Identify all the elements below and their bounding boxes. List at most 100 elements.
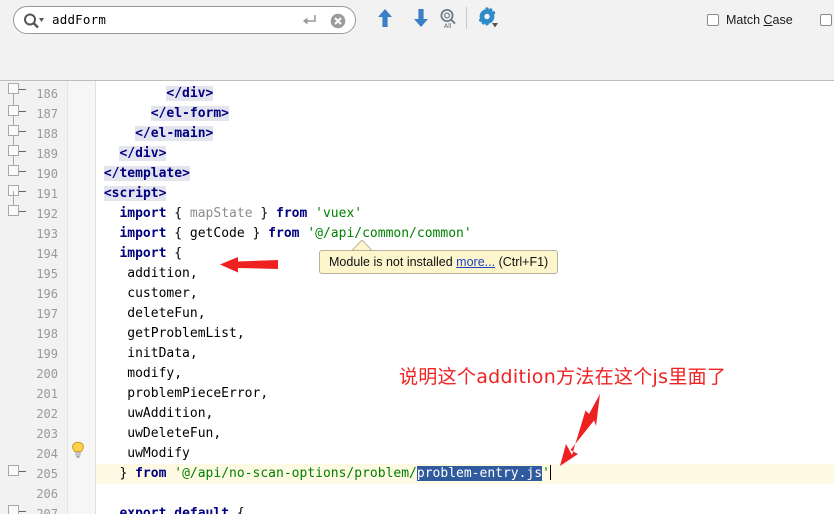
code-token: </div> <box>166 86 214 101</box>
match-case-checkbox-box[interactable] <box>707 14 719 26</box>
code-token: uwModify <box>127 446 190 461</box>
code-line[interactable]: import { getCode } from '@/api/common/co… <box>119 224 471 244</box>
svg-text:All: All <box>444 23 452 30</box>
fold-marker[interactable] <box>8 105 26 116</box>
line-number: 199 <box>36 347 58 361</box>
code-line[interactable]: } from '@/api/no-scan-options/problem/pr… <box>119 464 551 484</box>
code-line[interactable]: initData, <box>127 344 197 364</box>
gear-icon[interactable] <box>476 6 500 30</box>
line-number: 206 <box>36 487 58 501</box>
code-token: problemPieceError, <box>127 386 269 401</box>
code-token: customer, <box>127 286 198 301</box>
toolbar-separator <box>466 7 467 29</box>
code-token: ' <box>542 466 550 481</box>
code-token: export default <box>119 506 230 514</box>
fold-marker[interactable] <box>8 465 26 476</box>
find-replace-toolbar: addForm All Match Case <box>0 0 834 113</box>
words-checkbox-box[interactable] <box>820 14 832 26</box>
find-next-icon[interactable] <box>409 6 433 30</box>
match-case-checkbox[interactable]: Match Case <box>707 13 793 27</box>
code-line[interactable]: problemPieceError, <box>127 384 268 404</box>
fold-marker[interactable] <box>8 205 26 216</box>
code-line[interactable]: </el-form> <box>150 104 230 124</box>
code-line[interactable]: getProblemList, <box>127 324 244 344</box>
code-line[interactable]: uwModify <box>127 444 190 464</box>
code-token: getProblemList, <box>127 326 245 341</box>
code-editor[interactable]: 186 </div> 187 </el-form> 188 </el-main> 189 </… <box>0 81 834 514</box>
intention-bulb-icon[interactable] <box>70 441 86 459</box>
search-icon[interactable] <box>23 12 45 30</box>
fold-marker[interactable] <box>8 125 26 136</box>
code-line[interactable]: modify, <box>127 364 182 384</box>
code-line[interactable]: </div> <box>166 84 214 104</box>
code-token: mapState <box>189 206 253 221</box>
code-token: } <box>252 206 277 221</box>
annotation-note: 说明这个addition方法在这个js里面了 <box>399 366 727 388</box>
code-line[interactable]: </div> <box>119 144 167 164</box>
code-token: from <box>135 466 167 481</box>
line-number: 193 <box>36 227 58 241</box>
line-number: 196 <box>36 287 58 301</box>
code-line[interactable]: </el-main> <box>135 124 214 144</box>
match-case-label: Match Case <box>726 13 793 27</box>
line-number: 195 <box>36 267 58 281</box>
code-line[interactable]: uwDeleteFun, <box>127 424 221 444</box>
tooltip-message: Module is not installed <box>329 255 453 269</box>
line-number: 194 <box>36 247 58 261</box>
code-token: { <box>166 206 190 221</box>
fold-marker[interactable] <box>8 145 26 156</box>
tooltip-shortcut: (Ctrl+F1) <box>498 255 549 269</box>
search-input[interactable]: addForm <box>13 6 356 34</box>
inspection-tooltip: Module is not installed more... (Ctrl+F1… <box>319 250 559 274</box>
return-icon[interactable] <box>302 14 317 27</box>
fold-marker[interactable] <box>8 165 26 176</box>
code-line[interactable]: addition, <box>127 264 197 284</box>
arrow-to-problem-entry-icon <box>560 394 600 466</box>
line-number: 197 <box>36 307 58 321</box>
code-token: <script> <box>103 186 167 201</box>
code-token: { getCode } <box>166 226 269 241</box>
code-token: import <box>119 226 167 241</box>
code-line[interactable]: import { <box>119 244 182 264</box>
words-checkbox[interactable] <box>820 13 834 27</box>
find-all-icon[interactable]: All <box>436 6 460 30</box>
line-number: 200 <box>36 367 58 381</box>
code-token: { <box>229 506 245 514</box>
code-token: from <box>276 206 308 221</box>
code-line[interactable]: import { mapState } from 'vuex' <box>119 204 362 224</box>
code-line[interactable]: </template> <box>103 164 190 184</box>
code-token: { <box>166 246 183 261</box>
code-line[interactable]: customer, <box>127 284 197 304</box>
code-line[interactable]: <script> <box>103 184 167 204</box>
search-row: addForm All Match Case <box>0 0 834 41</box>
tooltip-more-link[interactable]: more... <box>456 255 495 269</box>
code-line[interactable]: uwAddition, <box>127 404 213 424</box>
code-line[interactable]: export default { <box>119 504 244 514</box>
code-token <box>549 465 551 480</box>
code-line[interactable]: deleteFun, <box>127 304 205 324</box>
find-previous-icon[interactable] <box>373 6 397 30</box>
code-token: from <box>268 226 300 241</box>
line-number: 202 <box>36 407 58 421</box>
code-token: deleteFun, <box>127 306 206 321</box>
code-token: initData, <box>127 346 198 361</box>
fold-marker[interactable] <box>8 505 26 514</box>
selected-text: problem-entry.js <box>416 466 543 481</box>
code-token: </el-main> <box>135 126 214 141</box>
clear-icon[interactable] <box>330 13 346 29</box>
line-number: 203 <box>36 427 58 441</box>
line-number: 204 <box>36 447 58 461</box>
fold-marker[interactable] <box>8 83 26 94</box>
code-token: } <box>119 466 136 481</box>
code-token: addition, <box>127 266 198 281</box>
line-number: 201 <box>36 387 58 401</box>
code-token: '@/api/no-scan-options/problem/ <box>174 466 417 481</box>
code-token: </div> <box>119 146 167 161</box>
code-token: uwAddition, <box>127 406 214 421</box>
arrow-to-addition-icon <box>220 257 278 273</box>
code-token: '@/api/common/common' <box>307 226 472 241</box>
code-token: </el-form> <box>150 106 230 121</box>
code-token: uwDeleteFun, <box>127 426 222 441</box>
code-token: modify, <box>127 366 183 381</box>
